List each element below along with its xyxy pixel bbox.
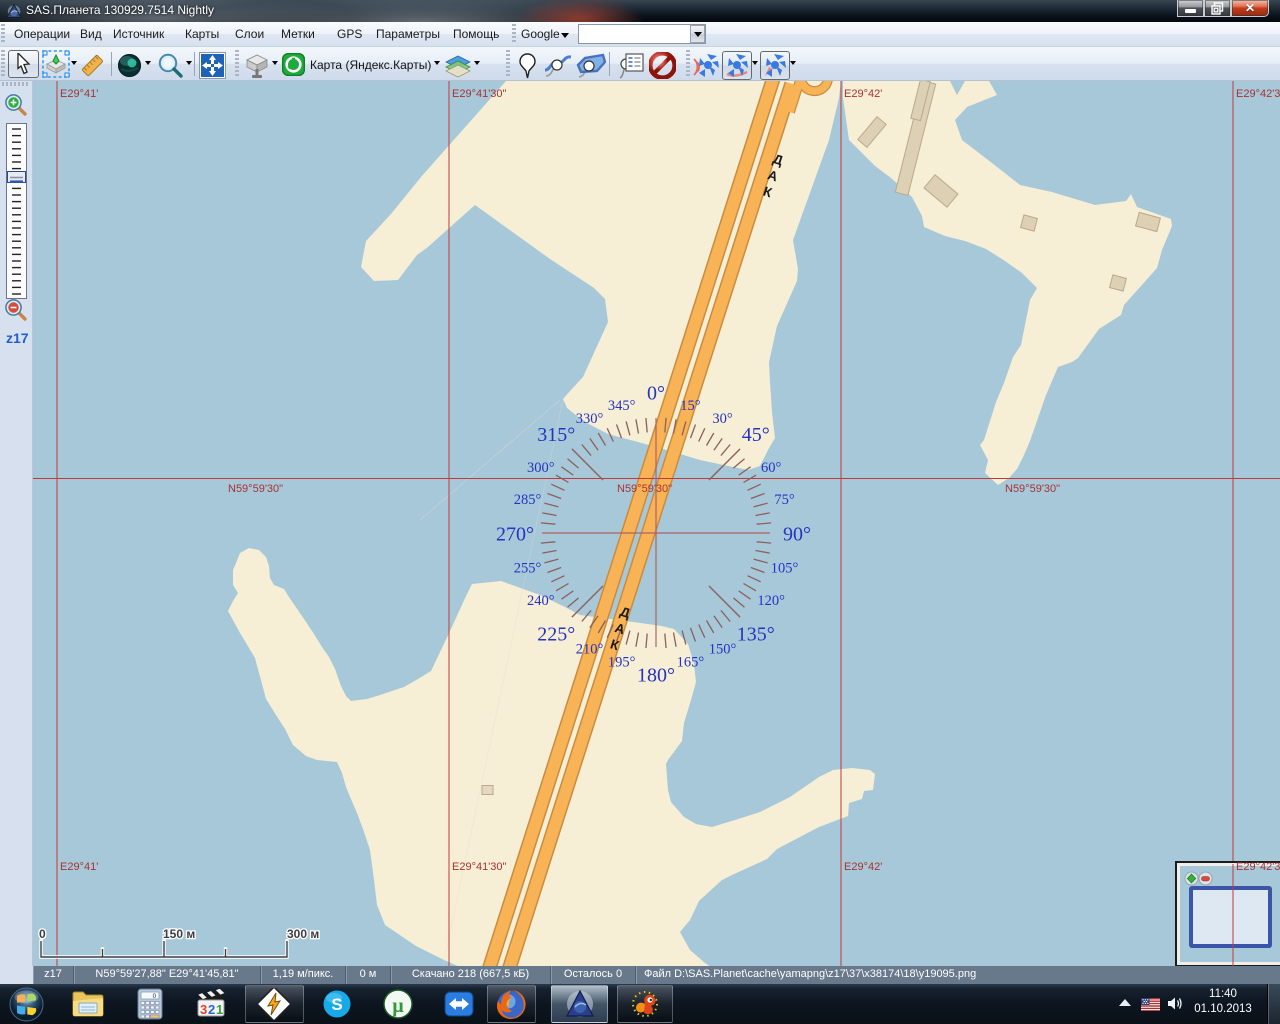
svg-text:210°: 210° — [576, 641, 604, 657]
svg-text:30°: 30° — [712, 411, 733, 427]
svg-text:150°: 150° — [709, 641, 737, 657]
svg-text:225°: 225° — [537, 623, 575, 645]
svg-text:60°: 60° — [761, 460, 782, 476]
svg-text:345°: 345° — [608, 398, 636, 414]
svg-text:135°: 135° — [737, 623, 775, 645]
svg-text:300 м: 300 м — [287, 927, 319, 941]
svg-text:255°: 255° — [514, 561, 542, 577]
svg-text:E29°42'30": E29°42'30" — [1236, 861, 1280, 873]
svg-text:300°: 300° — [527, 460, 555, 476]
svg-text:3: 3 — [200, 1002, 207, 1017]
svg-text:E29°41': E29°41' — [60, 88, 98, 100]
svg-text:180°: 180° — [637, 665, 675, 687]
svg-text:E29°41': E29°41' — [60, 861, 98, 873]
svg-text:90°: 90° — [783, 524, 811, 546]
svg-text:105°: 105° — [771, 561, 799, 577]
svg-text:E29°42'30": E29°42'30" — [1236, 88, 1280, 100]
svg-text:270°: 270° — [496, 524, 534, 546]
svg-text:75°: 75° — [774, 492, 795, 508]
svg-text:15°: 15° — [680, 398, 701, 414]
svg-text:315°: 315° — [537, 424, 575, 446]
svg-text:2: 2 — [208, 1002, 215, 1017]
svg-text:E29°41'30": E29°41'30" — [452, 861, 507, 873]
svg-text:E29°41'30": E29°41'30" — [452, 88, 507, 100]
svg-text:195°: 195° — [608, 655, 636, 671]
svg-text:0°: 0° — [647, 383, 665, 405]
svg-text:S: S — [331, 995, 342, 1014]
svg-text:0: 0 — [39, 927, 46, 941]
svg-text:165°: 165° — [677, 655, 705, 671]
svg-text:330°: 330° — [576, 411, 604, 427]
svg-text:N59°59'30": N59°59'30" — [228, 483, 283, 495]
svg-text:285°: 285° — [514, 492, 542, 508]
svg-text:150 м: 150 м — [163, 927, 195, 941]
svg-text:E29°42': E29°42' — [844, 861, 882, 873]
svg-text:N59°59'30": N59°59'30" — [1005, 483, 1060, 495]
svg-text:N59°59'30": N59°59'30" — [617, 483, 672, 495]
svg-text:120°: 120° — [757, 593, 785, 609]
svg-text:E29°42': E29°42' — [844, 88, 882, 100]
svg-text:45°: 45° — [742, 424, 770, 446]
svg-text:240°: 240° — [527, 593, 555, 609]
svg-text:µ: µ — [392, 995, 404, 1017]
svg-text:1: 1 — [216, 1002, 223, 1017]
